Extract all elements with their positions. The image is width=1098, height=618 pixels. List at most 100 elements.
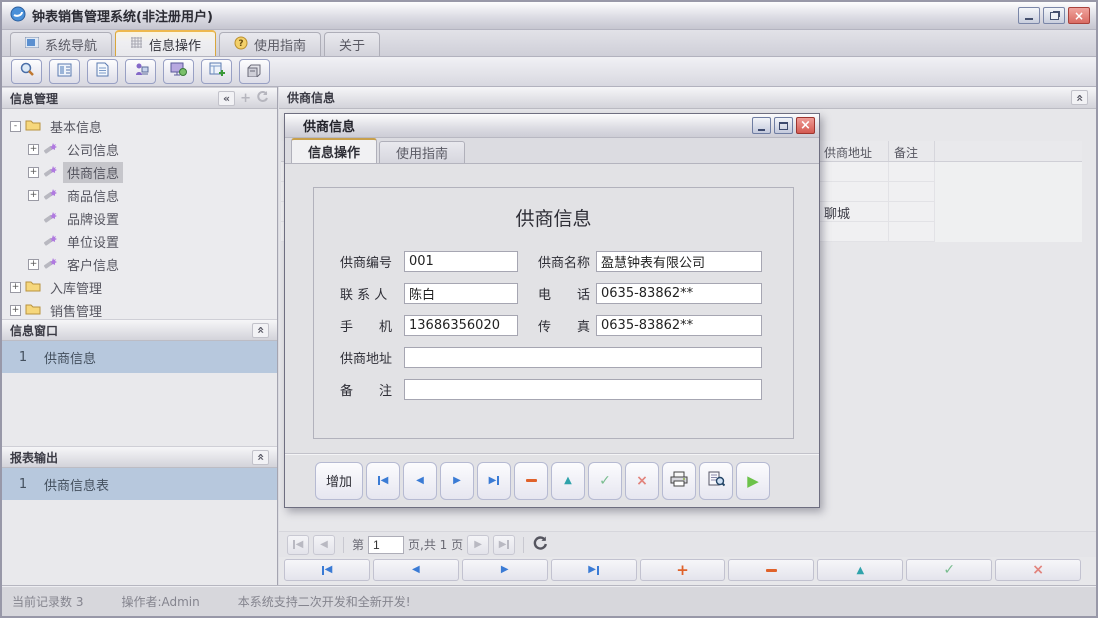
remark-input[interactable] — [404, 379, 762, 400]
tool-icon — [43, 256, 58, 274]
printer-icon — [670, 471, 688, 491]
minimize-button[interactable] — [1018, 7, 1040, 24]
dialog-title-bar[interactable]: 供商信息 × — [285, 114, 819, 138]
tree-label: 公司信息 — [63, 139, 123, 160]
folder-icon — [25, 302, 41, 319]
tree-node-inbound-manage[interactable]: + 入库管理 — [2, 276, 277, 299]
dlg-last-button[interactable]: ▶ — [477, 462, 511, 500]
page-prev-button[interactable]: ◀ — [313, 535, 335, 555]
field-label-code: 供商编号 — [340, 252, 404, 271]
user-manage-button[interactable] — [125, 59, 156, 84]
record-edit-button[interactable]: ▲ — [817, 559, 903, 581]
add-icon[interactable]: + — [240, 91, 251, 106]
dialog-title: 供商信息 — [303, 116, 355, 135]
supplier-panel-title: 供商信息 — [287, 89, 335, 106]
run-button[interactable]: ▶ — [736, 462, 770, 500]
list-item-supplier-info[interactable]: 1 供商信息 — [2, 341, 277, 373]
page-last-button[interactable]: ▶ — [493, 535, 515, 555]
archive-button[interactable] — [239, 59, 270, 84]
expander[interactable]: + — [28, 167, 39, 178]
dlg-edit-button[interactable]: ▲ — [551, 462, 585, 500]
record-cancel-button[interactable]: × — [995, 559, 1081, 581]
tree-node-sales-manage[interactable]: + 销售管理 — [2, 299, 277, 319]
dlg-prev-button[interactable]: ◀ — [403, 462, 437, 500]
fax-input[interactable] — [596, 315, 762, 336]
page-next-button[interactable]: ▶ — [467, 535, 489, 555]
dialog-tab-info-ops[interactable]: 信息操作 — [291, 138, 377, 163]
supplier-name-input[interactable] — [596, 251, 762, 272]
print-button[interactable] — [662, 462, 696, 500]
grid-tab-icon — [130, 36, 143, 52]
page-number-input[interactable] — [368, 536, 404, 554]
dialog-minimize-button[interactable] — [752, 117, 771, 134]
nav-prev-button[interactable]: ◀ — [373, 559, 459, 581]
record-post-button[interactable]: ✓ — [906, 559, 992, 581]
tree-node-company-info[interactable]: + 公司信息 — [2, 138, 277, 161]
tree-node-basic-info[interactable]: - 基本信息 — [2, 115, 277, 138]
search-button[interactable] — [11, 59, 42, 84]
nav-first-button[interactable]: ◀ — [284, 559, 370, 581]
dlg-next-button[interactable]: ▶ — [440, 462, 474, 500]
preview-button[interactable] — [699, 462, 733, 500]
tree-node-supplier-info[interactable]: + 供商信息 — [2, 161, 277, 184]
add-button[interactable]: 增加 — [315, 462, 363, 500]
dialog-close-button[interactable]: × — [796, 117, 815, 134]
tab-guide[interactable]: ? 使用指南 — [219, 32, 321, 56]
tree-node-product-info[interactable]: + 商品信息 — [2, 184, 277, 207]
tab-info-ops[interactable]: 信息操作 — [115, 30, 216, 56]
dialog-maximize-button[interactable] — [774, 117, 793, 134]
expander[interactable]: - — [10, 121, 21, 132]
help-tab-icon: ? — [234, 36, 248, 54]
mobile-input[interactable] — [404, 315, 518, 336]
expander[interactable]: + — [28, 190, 39, 201]
refresh-icon[interactable] — [256, 90, 269, 107]
tab-label: 关于 — [339, 35, 365, 54]
close-button[interactable]: × — [1068, 7, 1090, 24]
expander[interactable]: + — [28, 144, 39, 155]
expander[interactable]: + — [10, 282, 21, 293]
tree-label: 客户信息 — [63, 254, 123, 275]
field-label-contact: 联 系 人 — [340, 284, 404, 303]
tab-label: 系统导航 — [45, 35, 97, 54]
nav-last-button[interactable]: ▶ — [551, 559, 637, 581]
nav-tab-icon — [25, 37, 39, 52]
tab-system-nav[interactable]: 系统导航 — [10, 32, 112, 56]
tool-icon — [43, 164, 58, 182]
tab-about[interactable]: 关于 — [324, 32, 380, 56]
form-view-button[interactable] — [49, 59, 80, 84]
record-add-button[interactable]: + — [640, 559, 726, 581]
record-delete-button[interactable] — [728, 559, 814, 581]
supplier-form: 供商信息 供商编号 供商名称 联 系 人 电 话 手 机 传 真 — [313, 187, 794, 439]
expander[interactable]: + — [28, 259, 39, 270]
dlg-delete-button[interactable] — [514, 462, 548, 500]
list-item-supplier-report[interactable]: 1 供商信息表 — [2, 468, 277, 500]
collapse-info-window-button[interactable]: « — [252, 323, 269, 338]
dialog-tab-guide[interactable]: 使用指南 — [379, 141, 465, 163]
phone-input[interactable] — [596, 283, 762, 304]
column-header-remark[interactable]: 备注 — [889, 141, 935, 161]
operator-text: 操作者:Admin — [121, 593, 199, 610]
contact-input[interactable] — [404, 283, 518, 304]
collapse-panel-button[interactable]: « — [218, 91, 235, 106]
monitor-globe-button[interactable] — [163, 59, 194, 84]
dlg-first-button[interactable]: ◀ — [366, 462, 400, 500]
tree-node-brand-setting[interactable]: 品牌设置 — [2, 207, 277, 230]
restore-button[interactable] — [1043, 7, 1065, 24]
collapse-main-panel-button[interactable]: « — [1071, 90, 1088, 105]
expander[interactable]: + — [10, 305, 21, 316]
dlg-cancel-button[interactable]: × — [625, 462, 659, 500]
first-page-icon: ◀ — [296, 540, 304, 550]
column-header-address[interactable]: 供商地址 — [819, 141, 889, 161]
address-input[interactable] — [404, 347, 762, 368]
dlg-post-button[interactable]: ✓ — [588, 462, 622, 500]
page-first-button[interactable]: ◀ — [287, 535, 309, 555]
tree-node-customer-info[interactable]: + 客户信息 — [2, 253, 277, 276]
refresh-grid-icon[interactable] — [532, 535, 548, 554]
tree-node-unit-setting[interactable]: 单位设置 — [2, 230, 277, 253]
tree-label-selected: 供商信息 — [63, 162, 123, 183]
table-add-button[interactable] — [201, 59, 232, 84]
supplier-code-input[interactable] — [404, 251, 518, 272]
collapse-report-button[interactable]: « — [252, 450, 269, 465]
document-button[interactable] — [87, 59, 118, 84]
nav-next-button[interactable]: ▶ — [462, 559, 548, 581]
